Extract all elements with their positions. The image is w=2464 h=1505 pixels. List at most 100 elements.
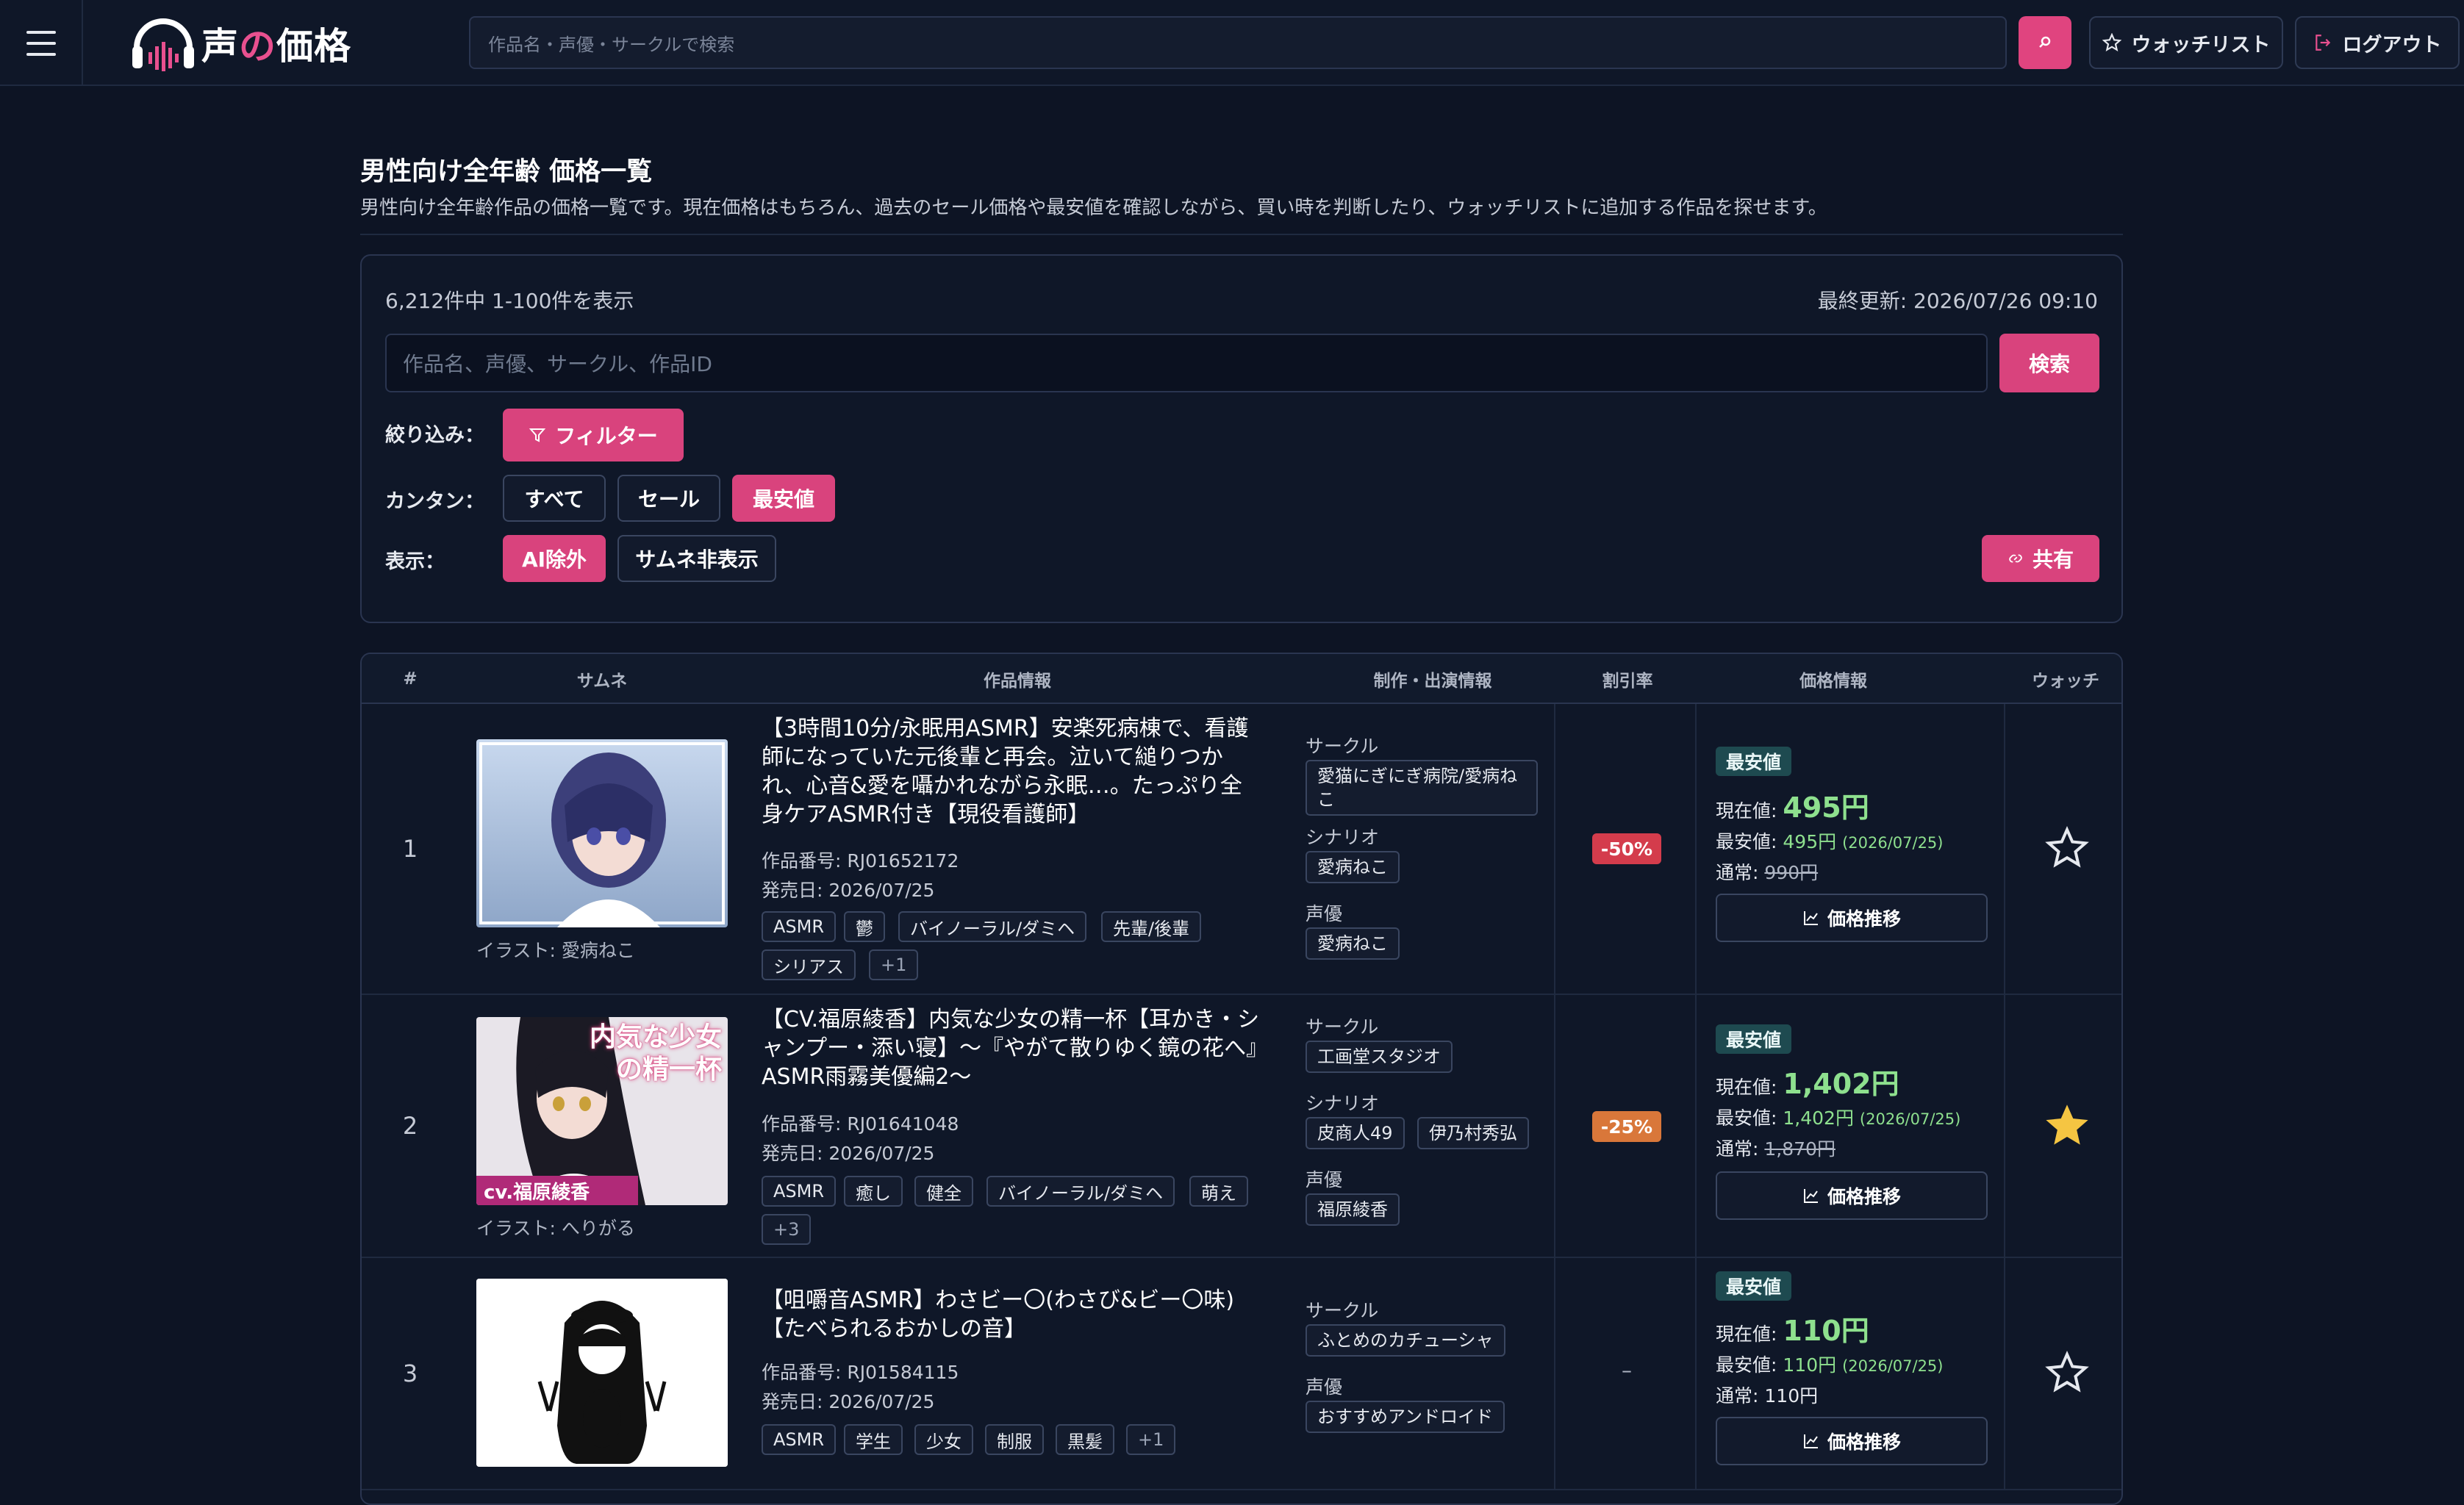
row-rank: 2 <box>402 1112 418 1140</box>
result-count: 6,212件中 1-100件を表示 <box>385 289 634 313</box>
regular-price: 通常: 110円 <box>1716 1385 1819 1407</box>
watchlist-button[interactable]: ウォッチリスト <box>2089 16 2283 69</box>
menu-icon[interactable] <box>0 0 83 86</box>
thumbnail[interactable]: 内気な少女の精一杯 cv.福原綾香 <box>476 1017 728 1205</box>
thumbnail[interactable] <box>476 739 728 927</box>
page-description: 男性向け全年齢作品の価格一覧です。現在価格はもちろん、過去のセール価格や最安値を… <box>360 197 1827 219</box>
more-tags-button[interactable]: +3 <box>762 1214 812 1245</box>
col-watch: ウォッチ <box>2032 672 2099 691</box>
scenario-link[interactable]: 皮商人49 <box>1306 1117 1405 1149</box>
tag[interactable]: 制服 <box>985 1424 1044 1455</box>
thumbnail[interactable] <box>476 1279 728 1467</box>
global-search-button[interactable] <box>2019 16 2071 69</box>
global-search-input[interactable]: 作品名・声優・サークルで検索 <box>469 16 2007 69</box>
search-input[interactable]: 作品名、声優、サークル、作品ID <box>385 334 1988 392</box>
tag[interactable]: 癒し <box>844 1176 903 1207</box>
logout-icon <box>2315 35 2330 51</box>
table-row: 2 内気な少女の精一杯 cv.福原綾香 イラスト: へりがる 【CV.福原綾香】… <box>362 995 2121 1258</box>
headphone-logo-icon <box>132 18 194 71</box>
lowest-badge: 最安値 <box>1716 747 1792 776</box>
col-thumb: サムネ <box>576 672 628 691</box>
work-title-link[interactable]: 【咀嚼音ASMR】わさビー〇(わさび&ビー〇味)【たべられるおかしの音】 <box>762 1286 1261 1343</box>
top-bar: 声の価格 作品名・声優・サークルで検索 ウォッチリスト ログアウト <box>0 0 2464 86</box>
logout-button[interactable]: ログアウト <box>2295 16 2460 69</box>
circle-link[interactable]: 工画堂スタジオ <box>1306 1041 1453 1073</box>
price-trend-button[interactable]: 価格推移 <box>1716 894 1988 942</box>
voice-actor-link[interactable]: 福原綾香 <box>1306 1193 1400 1226</box>
row-rank: 3 <box>402 1359 418 1387</box>
work-title-link[interactable]: 【3時間10分/永眠用ASMR】安楽死病棟で、看護師になっていた元後輩と再会。泣… <box>762 714 1261 829</box>
table-row: 3 【咀嚼音ASMR】わさビー〇(わさび&ビー〇味)【たべられるおかしの音】 作… <box>362 1258 2121 1490</box>
tag[interactable]: 萌え <box>1189 1176 1248 1207</box>
thumbnail-caption: 内気な少女の精一杯 <box>589 1022 722 1085</box>
credit-label: シナリオ <box>1306 827 1380 848</box>
col-work-info: 作品情報 <box>984 672 1051 691</box>
share-button[interactable]: 共有 <box>1982 535 2099 582</box>
work-id: 作品番号: RJ01652172 <box>762 850 959 872</box>
tag[interactable]: ASMR <box>762 911 837 942</box>
table-row: 1 イラスト: 愛病ねこ 【3時間10分/永眠用ASMR】安楽死病棟で、看護師に… <box>362 704 2121 995</box>
work-id: 作品番号: RJ01584115 <box>762 1362 959 1383</box>
work-title-link[interactable]: 【CV.福原綾香】内気な少女の精一杯【耳かき・シャンプー・添い寝】〜『やがて散り… <box>762 1005 1261 1091</box>
tag[interactable]: バイノーラル/ダミヘ <box>986 1176 1175 1207</box>
divider <box>360 234 2123 235</box>
illustrator: イラスト: へりがる <box>476 1218 635 1239</box>
price-trend-button[interactable]: 価格推移 <box>1716 1417 1988 1465</box>
scenario-link[interactable]: 愛病ねこ <box>1306 851 1400 883</box>
star-outline-icon <box>2102 33 2121 51</box>
tag[interactable]: バイノーラル/ダミヘ <box>898 911 1087 942</box>
last-updated: 最終更新: 2026/07/26 09:10 <box>1817 289 2098 313</box>
current-price: 現在値: 110円 <box>1716 1315 1869 1347</box>
credit-label: サークル <box>1306 1300 1379 1321</box>
tag[interactable]: 先輩/後輩 <box>1101 911 1202 942</box>
current-price: 現在値: 495円 <box>1716 791 1869 824</box>
quick-lowest-button[interactable]: 最安値 <box>732 475 835 522</box>
tag[interactable]: 黒髪 <box>1056 1424 1114 1455</box>
circle-link[interactable]: 愛猫にぎにぎ病院/愛病ねこ <box>1306 760 1538 816</box>
scenario-link[interactable]: 伊乃村秀弘 <box>1417 1117 1529 1149</box>
price-table: # サムネ 作品情報 制作・出演情報 割引率 価格情報 ウォッチ 1 イラスト:… <box>360 653 2123 1505</box>
credit-label: サークル <box>1306 736 1379 757</box>
hide-thumbnail-toggle[interactable]: サムネ非表示 <box>617 535 776 582</box>
more-tags-button[interactable]: +1 <box>869 949 919 980</box>
logo[interactable]: 声の価格 <box>129 10 351 76</box>
thumbnail-image <box>476 1279 728 1467</box>
tag[interactable]: 少女 <box>914 1424 973 1455</box>
chart-icon <box>1803 1189 1818 1203</box>
more-tags-button[interactable]: +1 <box>1126 1424 1176 1455</box>
voice-actor-link[interactable]: 愛病ねこ <box>1306 927 1400 960</box>
watch-star-icon[interactable] <box>2045 826 2089 870</box>
col-credits: 制作・出演情報 <box>1373 672 1492 691</box>
tag[interactable]: ASMR <box>762 1424 837 1455</box>
search-panel: 6,212件中 1-100件を表示 最終更新: 2026/07/26 09:10… <box>360 254 2123 623</box>
chart-icon <box>1803 911 1818 925</box>
col-rank[interactable]: # <box>362 654 459 704</box>
display-label: 表示： <box>385 550 445 573</box>
release-date: 発売日: 2026/07/25 <box>762 880 935 901</box>
tag[interactable]: シリアス <box>762 949 856 980</box>
watch-star-filled-icon[interactable] <box>2045 1104 2089 1148</box>
circle-link[interactable]: ふとめのカチューシャ <box>1306 1324 1505 1357</box>
search-button[interactable]: 検索 <box>1999 334 2099 392</box>
tag[interactable]: ASMR <box>762 1176 837 1207</box>
voice-actor-link[interactable]: おすすめアンドロイド <box>1306 1401 1505 1433</box>
credit-label: サークル <box>1306 1016 1379 1038</box>
quick-all-button[interactable]: すべて <box>503 475 606 522</box>
regular-price: 通常: 990円 <box>1716 862 1819 883</box>
watch-star-icon[interactable] <box>2045 1351 2089 1395</box>
credit-label: 声優 <box>1306 1376 1343 1398</box>
discount-none: – <box>1622 1358 1632 1382</box>
exclude-ai-toggle[interactable]: AI除外 <box>503 535 606 582</box>
illustrator: イラスト: 愛病ねこ <box>476 940 635 961</box>
logo-text: 声の価格 <box>201 25 351 68</box>
quick-sale-button[interactable]: セール <box>617 475 720 522</box>
page-title: 男性向け全年齢 価格一覧 <box>360 157 653 187</box>
price-trend-button[interactable]: 価格推移 <box>1716 1171 1988 1220</box>
col-price[interactable]: 価格情報 <box>1679 654 1988 704</box>
thumbnail-image <box>476 739 728 927</box>
tag[interactable]: 学生 <box>844 1424 903 1455</box>
col-discount[interactable]: 割引率 <box>1576 654 1679 704</box>
filter-button[interactable]: フィルター <box>503 409 684 461</box>
tag[interactable]: 鬱 <box>844 911 885 942</box>
tag[interactable]: 健全 <box>914 1176 973 1207</box>
